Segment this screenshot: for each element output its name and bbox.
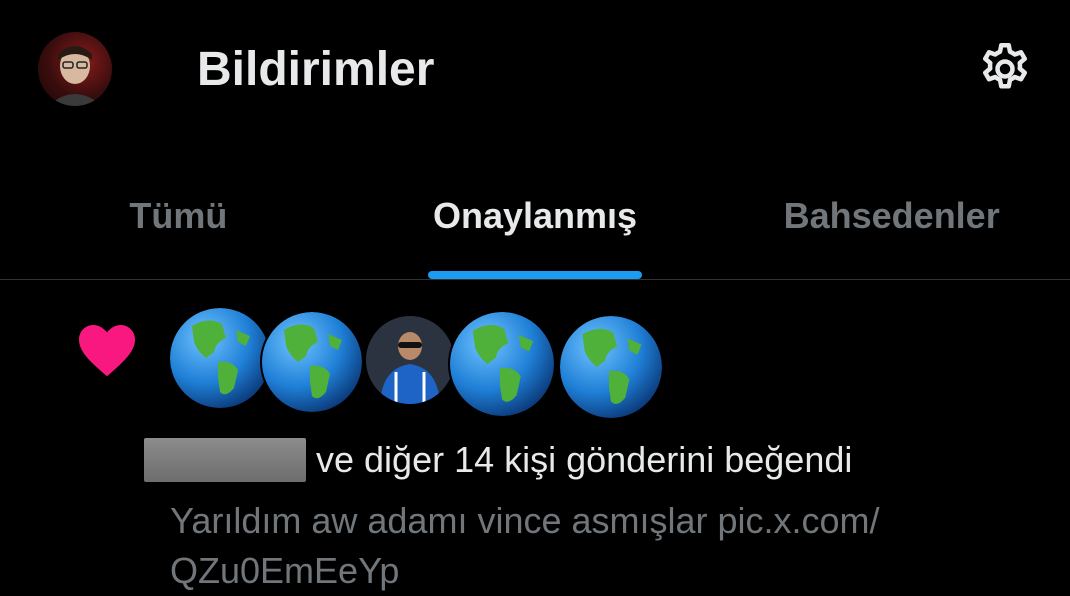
liked-post-preview[interactable]: Yarıldım aw adamı vince asmışlar pic.x.c… [170,496,1030,596]
liker-avatar-2[interactable] [260,310,364,414]
globe-icon [560,316,662,418]
active-tab-indicator [428,271,642,279]
tab-verified-label: Onaylanmış [432,195,638,236]
liker-avatar-5[interactable] [558,314,664,420]
gear-icon [983,43,1027,89]
notification-tabs: Tümü Onaylanmış Bahsedenler [0,150,1070,280]
heart-icon [79,325,135,377]
globe-icon [450,312,554,416]
settings-button[interactable] [972,36,1038,102]
redacted-username[interactable] [144,438,306,482]
notification-message: ve diğer 14 kişi gönderini beğendi [316,439,853,480]
profile-avatar[interactable] [38,32,112,106]
liker-avatar-4[interactable] [448,310,556,418]
tab-all[interactable]: Tümü [0,150,357,279]
tab-verified[interactable]: Onaylanmış [357,150,714,279]
globe-icon [170,308,270,408]
liker-avatar-3[interactable] [364,314,456,406]
liker-avatar-1[interactable] [168,306,272,410]
person-avatar-image [366,316,454,404]
page-title: Bildirimler [197,43,435,96]
globe-icon [262,312,362,412]
tab-mentions-label: Bahsedenler [783,195,1000,236]
avatar-image [48,46,102,106]
tab-all-label: Tümü [129,195,228,236]
tab-mentions[interactable]: Bahsedenler [713,150,1070,279]
notification-text: ve diğer 14 kişi gönderini beğendi [144,432,852,488]
